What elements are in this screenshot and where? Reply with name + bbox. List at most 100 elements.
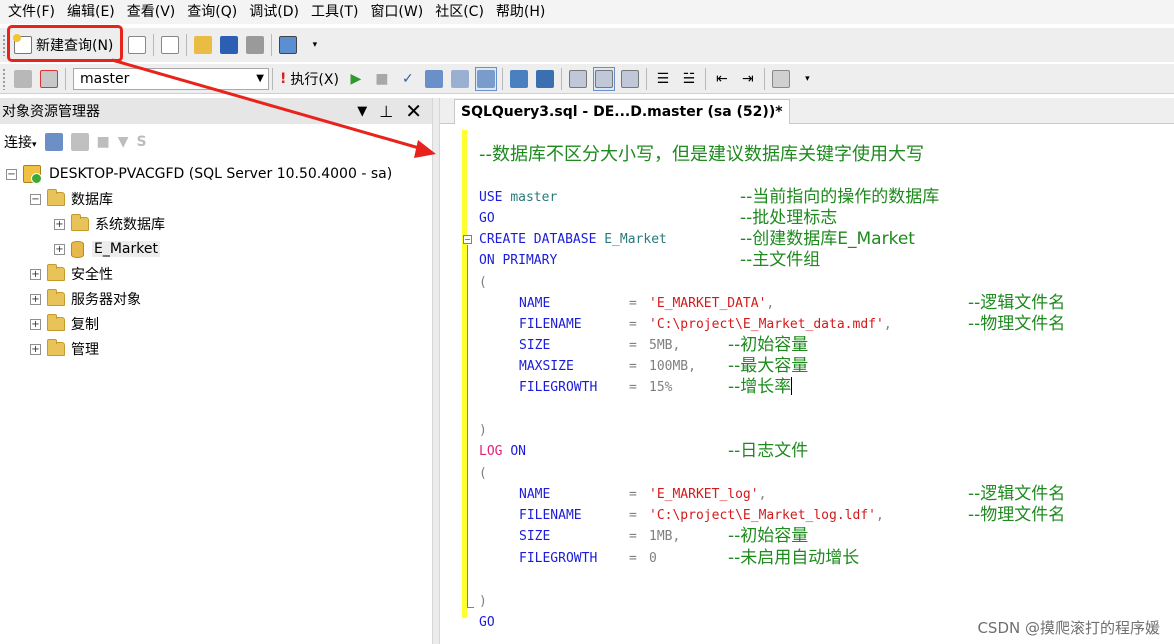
object-explorer-toolbar: 连接▾ ■ ▼ S	[0, 128, 432, 156]
code-punctuation: ,	[672, 529, 681, 544]
connect-dropdown[interactable]: 连接▾	[4, 132, 37, 152]
sql-editor[interactable]: − --数据库不区分大小写，但是建议数据库关键字使用大写 USE master …	[440, 124, 1174, 644]
uncomment-button[interactable]: ☱	[678, 67, 700, 91]
print-button[interactable]	[244, 33, 266, 57]
object-explorer-tree: − DESKTOP-PVACGFD (SQL Server 10.50.4000…	[0, 160, 432, 644]
close-icon[interactable]: ✕	[405, 99, 422, 123]
databases-label: 数据库	[71, 192, 113, 208]
pin-icon[interactable]: ⊥	[379, 102, 393, 121]
specify-values-button[interactable]	[770, 67, 792, 91]
filter-icon[interactable]: ▼	[118, 134, 129, 150]
results-file-button[interactable]	[619, 67, 641, 91]
menu-tools[interactable]: 工具(T)	[305, 1, 364, 23]
code-line: SIZE	[519, 526, 550, 547]
intellisense-button[interactable]	[474, 66, 497, 91]
outline-collapse-icon[interactable]: −	[463, 235, 472, 244]
code-keyword: LOG	[479, 444, 503, 459]
new-file-button[interactable]	[126, 33, 148, 57]
expand-icon[interactable]: +	[54, 243, 65, 255]
code-line: 'C:\project\E_Market_log.ldf',	[649, 505, 884, 526]
code-punctuation: ,	[875, 508, 884, 523]
debug-button[interactable]: ▶	[345, 67, 367, 91]
tree-node-replication[interactable]: + 复制	[30, 312, 99, 336]
comment-button[interactable]: ☰	[652, 67, 674, 91]
connect-server-icon[interactable]	[44, 133, 63, 151]
tree-node-management[interactable]: + 管理	[30, 337, 99, 361]
toolbar-separator	[186, 34, 188, 56]
menu-file[interactable]: 文件(F)	[4, 1, 61, 23]
toolbar-grip[interactable]	[2, 67, 6, 90]
change-connection-button[interactable]	[38, 67, 60, 91]
code-keyword: ON PRIMARY	[479, 253, 558, 268]
code-line: 15%	[649, 377, 672, 398]
code-value: 0	[649, 551, 657, 566]
tree-node-server[interactable]: − DESKTOP-PVACGFD (SQL Server 10.50.4000…	[6, 162, 392, 186]
code-value: 15%	[649, 380, 673, 395]
intellisense-icon	[476, 69, 495, 88]
toolbar-separator	[560, 67, 562, 90]
add-item-button[interactable]	[159, 33, 181, 57]
tab-sqlquery3[interactable]: SQLQuery3.sql - DE...D.master (sa (52))*	[454, 99, 790, 124]
code-operator: =	[629, 487, 637, 502]
folder-icon	[71, 214, 89, 231]
display-plan-button[interactable]	[423, 67, 445, 91]
toolbar-overflow-button[interactable]: ▾	[796, 67, 818, 91]
results-text-button[interactable]	[567, 67, 589, 91]
menu-community[interactable]: 社区(C)	[429, 1, 490, 23]
menu-edit[interactable]: 编辑(E)	[61, 1, 121, 23]
code-line: --数据库不区分大小写，但是建议数据库关键字使用大写	[479, 144, 924, 165]
expand-icon[interactable]: +	[54, 218, 65, 230]
stop-icon[interactable]: ■	[97, 134, 110, 150]
template-params-icon	[771, 69, 790, 88]
panel-splitter[interactable]	[432, 98, 440, 644]
database-select[interactable]: master ▼	[73, 67, 269, 90]
connect-button[interactable]	[12, 67, 34, 91]
code-line: LOG ON	[479, 441, 526, 462]
tree-node-server-objects[interactable]: + 服务器对象	[30, 287, 141, 311]
expand-icon[interactable]: +	[30, 343, 41, 355]
collapse-icon[interactable]: −	[6, 168, 17, 180]
expand-icon[interactable]: +	[30, 293, 41, 305]
code-line: FILENAME	[519, 314, 582, 335]
code-string: 'E_MARKET_DATA'	[649, 296, 767, 311]
client-stats-button[interactable]	[534, 67, 556, 91]
menu-help[interactable]: 帮助(H)	[490, 1, 551, 23]
tree-node-databases[interactable]: − 数据库	[30, 187, 113, 211]
code-line: --未启用自动增长	[728, 548, 859, 569]
menu-query[interactable]: 查询(Q)	[181, 1, 243, 23]
disconnect-icon[interactable]	[70, 133, 89, 151]
query-designer-button[interactable]	[449, 67, 471, 91]
save-button[interactable]	[218, 33, 240, 57]
system-databases-label: 系统数据库	[95, 217, 165, 233]
code-value: 100MB	[649, 359, 689, 374]
decrease-indent-button[interactable]: ⇤	[711, 67, 733, 91]
save-icon	[220, 36, 239, 54]
menu-view[interactable]: 查看(V)	[121, 1, 182, 23]
expand-icon[interactable]: +	[30, 318, 41, 330]
results-grid-button[interactable]	[592, 66, 615, 91]
toolbar-grip[interactable]	[2, 34, 6, 56]
tree-node-e-market[interactable]: + E_Market	[54, 237, 160, 261]
code-operator: =	[629, 338, 637, 353]
refresh-icon[interactable]: S	[137, 134, 147, 150]
tree-node-security[interactable]: + 安全性	[30, 262, 113, 286]
include-plan-button[interactable]	[508, 67, 530, 91]
parse-button[interactable]: ✓	[397, 67, 419, 91]
activity-monitor-button[interactable]	[277, 33, 299, 57]
window-position-dropdown[interactable]: ▼	[357, 104, 367, 119]
expand-icon[interactable]: +	[30, 268, 41, 280]
collapse-icon[interactable]: −	[30, 193, 41, 205]
tree-node-system-databases[interactable]: + 系统数据库	[54, 212, 165, 236]
increase-indent-button[interactable]: ⇥	[737, 67, 759, 91]
menu-debug[interactable]: 调试(D)	[243, 1, 305, 23]
execute-button[interactable]: ! 执行(X)	[276, 69, 343, 89]
open-file-button[interactable]	[192, 33, 214, 57]
toolbar-overflow-button[interactable]: ▾	[303, 33, 325, 57]
folder-icon	[47, 264, 65, 281]
monitor-icon	[279, 36, 298, 54]
server-label: DESKTOP-PVACGFD (SQL Server 10.50.4000 -…	[49, 166, 393, 182]
cancel-query-button[interactable]: ■	[371, 67, 393, 91]
menu-window[interactable]: 窗口(W)	[364, 1, 429, 23]
code-line: --日志文件	[728, 441, 808, 462]
new-query-button[interactable]: 新建查询(N)	[10, 31, 117, 59]
